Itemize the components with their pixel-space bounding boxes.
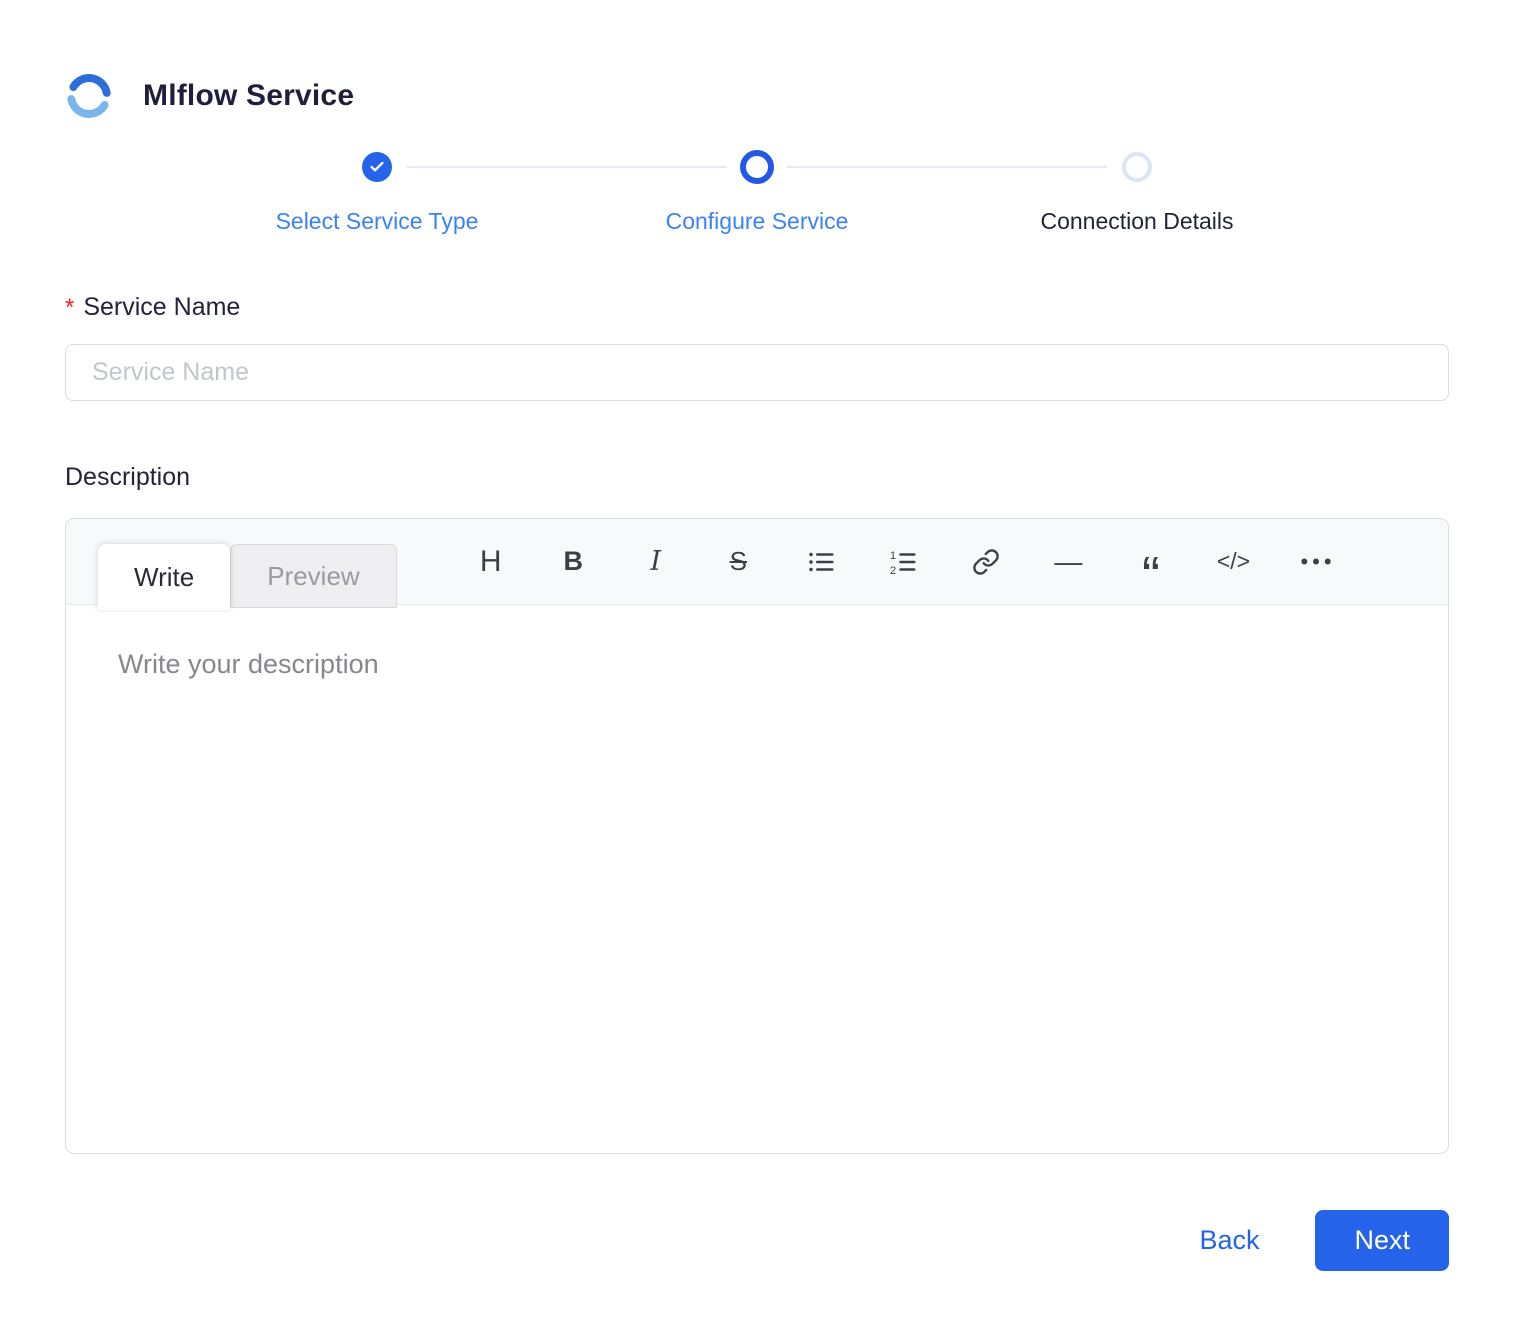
description-label: Description — [65, 463, 1449, 492]
mlflow-logo-icon — [65, 72, 113, 120]
link-icon[interactable] — [964, 540, 1008, 584]
back-button[interactable]: Back — [1199, 1225, 1259, 1256]
editor-tabs: Write Preview — [98, 544, 397, 604]
italic-icon[interactable]: I — [634, 540, 678, 584]
step-indicator-wrap — [740, 150, 774, 184]
page-title: Mlflow Service — [143, 79, 354, 113]
editor-toolbar-bar: Write Preview H B I S — [66, 519, 1448, 605]
bold-icon[interactable]: B — [551, 540, 595, 584]
step-active-indicator — [740, 150, 774, 184]
step-configure-service: Configure Service — [567, 150, 947, 235]
more-options-icon[interactable]: ••• — [1294, 540, 1338, 584]
editor-body — [66, 605, 1448, 1153]
horizontal-rule-icon[interactable]: — — [1046, 540, 1090, 584]
code-icon[interactable]: </> — [1211, 540, 1255, 584]
editor-toolbar: H B I S 1 2 — [397, 519, 1448, 604]
step-label-select-service-type: Select Service Type — [276, 208, 479, 235]
page: Mlflow Service Select Service Type Confi… — [0, 0, 1514, 1311]
description-textarea[interactable] — [66, 605, 1448, 1153]
svg-text:1: 1 — [890, 549, 896, 561]
required-asterisk: * — [65, 294, 74, 322]
service-name-label: * Service Name — [65, 293, 1449, 322]
numbered-list-icon[interactable]: 1 2 — [881, 540, 925, 584]
svg-text:2: 2 — [890, 564, 896, 576]
step-connection-details: Connection Details — [947, 150, 1327, 235]
step-completed-indicator — [362, 152, 392, 182]
next-button[interactable]: Next — [1315, 1210, 1449, 1271]
bullet-list-icon[interactable] — [799, 540, 843, 584]
step-label-configure-service: Configure Service — [666, 208, 849, 235]
step-indicator-wrap — [362, 150, 392, 184]
description-label-text: Description — [65, 463, 190, 492]
service-name-label-text: Service Name — [83, 293, 240, 322]
step-select-service-type: Select Service Type — [187, 150, 567, 235]
tab-write[interactable]: Write — [98, 544, 230, 610]
heading-icon[interactable]: H — [469, 540, 513, 584]
quote-icon[interactable]: “ — [1129, 554, 1173, 598]
tab-preview[interactable]: Preview — [230, 544, 396, 608]
description-markdown-editor: Write Preview H B I S — [65, 518, 1449, 1154]
strikethrough-icon[interactable]: S — [716, 540, 760, 584]
check-icon — [369, 159, 385, 175]
wizard-stepper: Select Service Type Configure Service Co… — [187, 150, 1327, 235]
footer-actions: Back Next — [65, 1210, 1449, 1271]
step-label-connection-details: Connection Details — [1040, 208, 1233, 235]
step-indicator-wrap — [1122, 150, 1152, 184]
service-name-input[interactable] — [65, 344, 1449, 401]
step-pending-indicator — [1122, 152, 1152, 182]
app-header: Mlflow Service — [65, 72, 1449, 120]
